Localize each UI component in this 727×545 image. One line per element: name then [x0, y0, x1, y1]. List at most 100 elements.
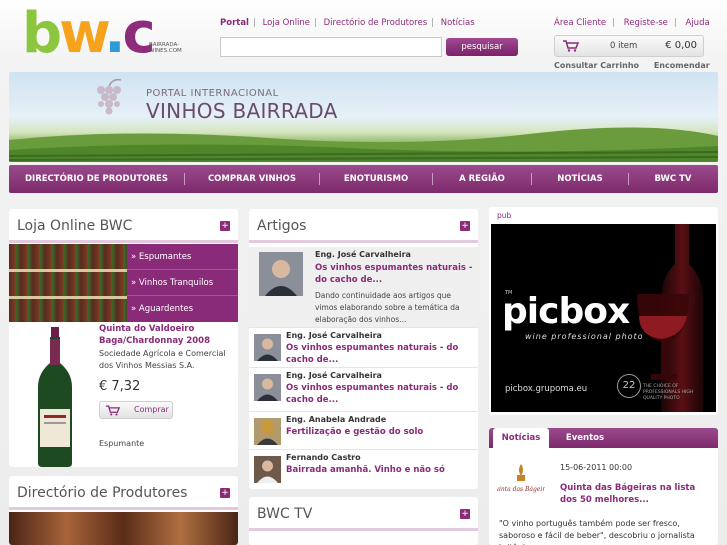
product-price: € 7,32: [99, 379, 141, 394]
article-author: Eng. Anabela Andrade: [286, 415, 387, 424]
quinta-logo-icon: Quinta das Bágeiras: [497, 464, 545, 493]
shop-panel: Loja Online BWC + » Espumantes » Vinhos …: [9, 209, 238, 467]
cart-box[interactable]: 0 item € 0,00: [554, 35, 704, 57]
panel-underline: [249, 240, 478, 243]
wine-shelf-image: [9, 244, 127, 322]
picbox-advertisement[interactable]: TM picbox wine professional photo picbox…: [491, 224, 716, 412]
tab-noticias[interactable]: Notícias: [493, 428, 549, 448]
panel-underline: [9, 240, 238, 243]
article-item[interactable]: Eng. Anabela Andrade Fertilização e gest…: [249, 411, 478, 449]
bwctv-panel: BWC TV +: [249, 497, 478, 545]
consultar-carrinho-link[interactable]: Consultar Carrinho: [554, 61, 639, 70]
article-title[interactable]: Os vinhos espumantes naturais - do cacho…: [286, 382, 476, 406]
nav-comprar-vinhos[interactable]: COMPRAR VINHOS: [185, 165, 319, 193]
nav-a-regiao[interactable]: A REGIÃO: [433, 165, 531, 193]
article-item[interactable]: Fernando Castro Bairrada amanhã. Vinho e…: [249, 449, 478, 487]
news-excerpt: "O vinho português também pode ser fresc…: [499, 519, 695, 545]
nav-noticias[interactable]: NOTÍCIAS: [532, 165, 628, 193]
bwctv-panel-title: BWC TV: [257, 506, 313, 522]
logo-subtitle: BAIRRADA-WINES.COM: [149, 42, 182, 54]
news-panel: Notícias Eventos Quinta das Bágeiras 15-…: [489, 428, 718, 545]
vineyard-illustration: [9, 127, 718, 162]
buy-button[interactable]: Comprar: [99, 401, 173, 419]
encomendar-link[interactable]: Encomendar: [654, 61, 710, 70]
panel-underline: [249, 528, 478, 531]
article-author: Eng. José Carvalheira: [315, 250, 411, 259]
shop-categories: » Espumantes » Vinhos Tranquilos » Aguar…: [127, 244, 238, 322]
top-navigation: Portal | Loja Online | Directório de Produ…: [220, 18, 475, 28]
author-photo: [254, 374, 281, 401]
banner-title: VINHOS BAIRRADA: [146, 99, 338, 123]
articles-panel: Artigos + Eng. José Carvalheira Os vinho…: [249, 209, 478, 489]
topnav-noticias[interactable]: Notícias: [441, 18, 475, 28]
article-title[interactable]: Os vinhos espumantes naturais - do cacho…: [286, 342, 476, 366]
grape-icon: [97, 78, 122, 115]
ad-label: pub: [497, 211, 512, 220]
registe-se-link[interactable]: Registe-se: [624, 18, 668, 28]
hero-banner: PORTAL INTERNACIONAL VINHOS BAIRRADA: [9, 72, 718, 162]
product-name[interactable]: Quinta do Valdoeiro Baga/Chardonnay 2008: [99, 323, 234, 347]
articles-panel-header: Artigos +: [249, 209, 478, 243]
article-author: Eng. José Carvalheira: [286, 371, 382, 380]
topnav-directorio[interactable]: Directório de Produtores: [324, 18, 428, 28]
banner-subtitle: PORTAL INTERNACIONAL: [146, 88, 279, 99]
wine-cellar-image: [9, 512, 238, 545]
user-navigation: Área Cliente | Registe-se | Ajuda: [554, 18, 710, 28]
author-photo: [254, 418, 281, 445]
article-excerpt: Dando continuidade aos artigos que vimos…: [315, 291, 460, 324]
category-vinhos-tranquilos[interactable]: » Vinhos Tranquilos: [127, 270, 238, 296]
expand-plus-icon[interactable]: +: [460, 509, 470, 519]
expand-plus-icon[interactable]: +: [220, 488, 230, 498]
article-title[interactable]: Fertilização e gestão do solo: [286, 426, 476, 438]
shop-panel-header: Loja Online BWC +: [9, 209, 238, 243]
site-logo[interactable]: bw.c BAIRRADA-WINES.COM: [22, 6, 182, 66]
search-input[interactable]: [220, 37, 442, 57]
ad-seal-icon: 22: [617, 374, 641, 398]
topnav-portal[interactable]: Portal: [220, 18, 249, 28]
nav-enoturismo[interactable]: ENOTURISMO: [320, 165, 432, 193]
article-item[interactable]: Eng. José Carvalheira Os vinhos espumant…: [249, 327, 478, 371]
topnav-loja-online[interactable]: Loja Online: [263, 18, 310, 28]
ad-brand: picbox: [502, 291, 630, 332]
producers-panel-header: Directório de Produtores +: [9, 476, 238, 510]
panel-underline: [9, 507, 238, 510]
bwctv-panel-header: BWC TV +: [249, 497, 478, 531]
cart-icon: [563, 40, 579, 52]
author-photo: [254, 456, 281, 483]
article-item[interactable]: Eng. José Carvalheira Os vinhos espumant…: [249, 367, 478, 411]
expand-plus-icon[interactable]: +: [460, 221, 470, 231]
wine-bottle-image[interactable]: [34, 327, 76, 467]
tab-eventos[interactable]: Eventos: [555, 428, 615, 448]
nav-directorio-produtores[interactable]: DIRECTÓRIO DE PRODUTORES: [9, 165, 184, 193]
cart-links: Consultar Carrinho Encomendar: [554, 61, 722, 70]
ad-tagline: wine professional photo: [525, 332, 644, 341]
product-producer: Sociedade Agrícola e Comercial dos Vinho…: [99, 349, 226, 370]
article-title[interactable]: Bairrada amanhã. Vinho e não só: [286, 464, 476, 476]
news-tabs: Notícias Eventos: [489, 428, 718, 448]
category-aguardentes[interactable]: » Aguardentes: [127, 296, 238, 322]
expand-plus-icon[interactable]: +: [220, 221, 230, 231]
author-photo: [259, 252, 303, 296]
buy-button-label: Comprar: [134, 405, 169, 414]
cart-total: € 0,00: [665, 40, 697, 51]
article-author: Eng. José Carvalheira: [286, 331, 382, 340]
article-title[interactable]: Os vinhos espumantes naturais - do cacho…: [315, 262, 475, 286]
news-headline[interactable]: Quinta das Bágeiras na lista dos 50 melh…: [560, 482, 710, 506]
cart-count: 0 item: [610, 41, 638, 51]
news-date: 15-06-2011 00:00: [560, 463, 633, 472]
search-button[interactable]: pesquisar: [446, 38, 518, 56]
main-navigation: DIRECTÓRIO DE PRODUTORES COMPRAR VINHOS …: [9, 165, 718, 193]
nav-bwc-tv[interactable]: BWC TV: [629, 165, 717, 193]
producers-panel: Directório de Produtores +: [9, 476, 238, 545]
featured-article[interactable]: Eng. José Carvalheira Os vinhos espumant…: [249, 247, 478, 327]
product-type: Espumante: [99, 439, 145, 448]
area-cliente-link[interactable]: Área Cliente: [554, 18, 606, 28]
ajuda-link[interactable]: Ajuda: [686, 18, 710, 28]
shop-panel-title: Loja Online BWC: [17, 218, 133, 234]
articles-panel-title: Artigos: [257, 218, 307, 234]
producers-panel-title: Directório de Produtores: [17, 485, 188, 501]
article-author: Fernando Castro: [286, 453, 361, 462]
author-photo: [254, 334, 281, 361]
category-espumantes[interactable]: » Espumantes: [127, 244, 238, 270]
ad-url: picbox.grupoma.eu: [505, 384, 588, 394]
